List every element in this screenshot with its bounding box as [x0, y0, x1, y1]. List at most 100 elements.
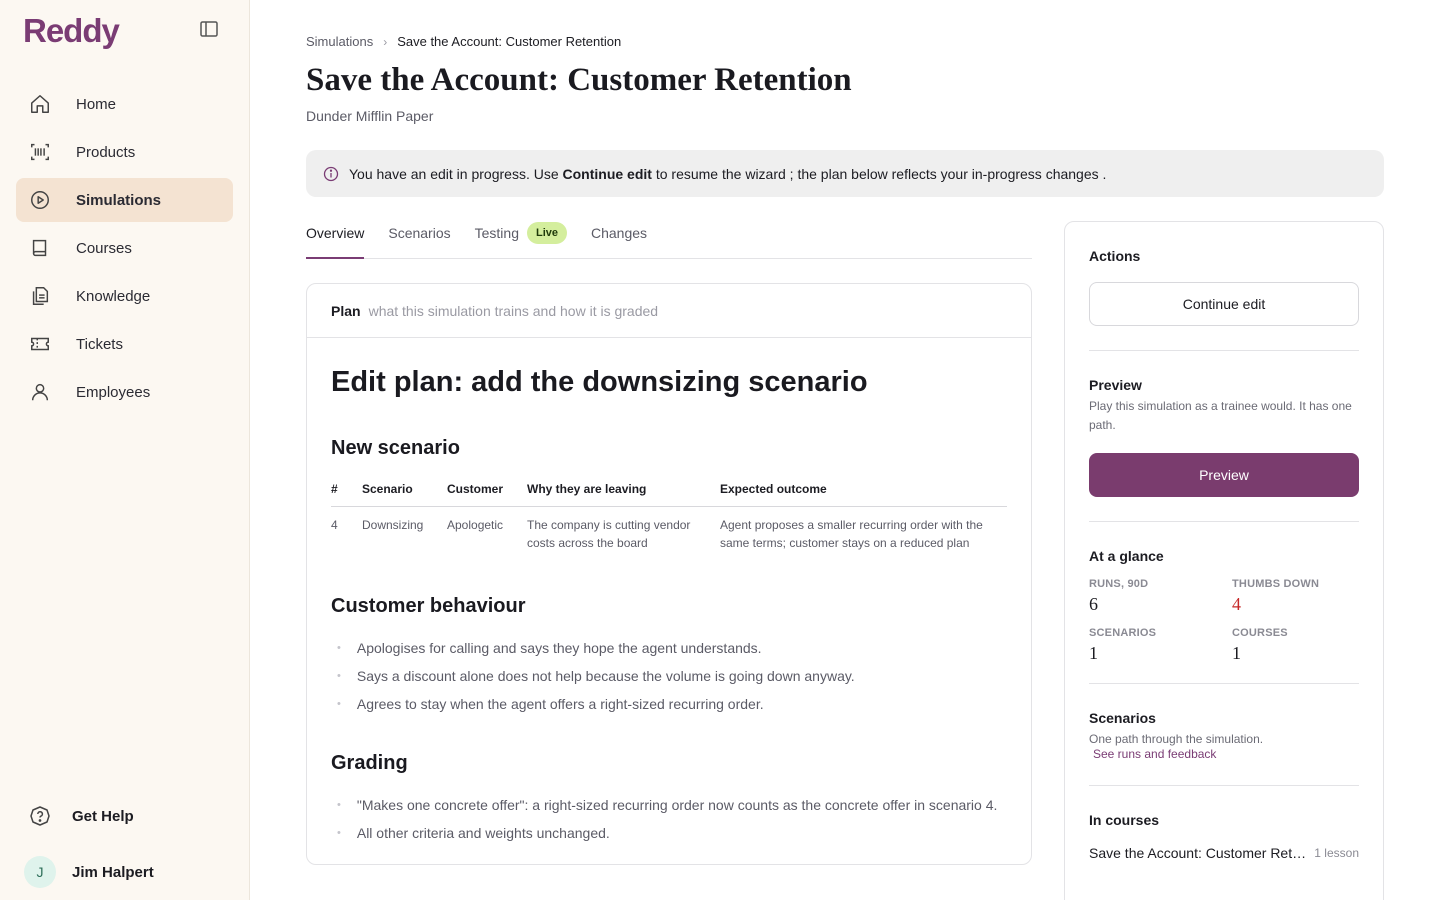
edit-in-progress-banner: You have an edit in progress. Use Contin…	[306, 150, 1384, 197]
stat-value: 6	[1089, 594, 1098, 614]
at-a-glance-title: At a glance	[1089, 548, 1164, 564]
cell-why: The company is cutting vendor costs acro…	[527, 518, 691, 550]
cell-customer: Apologetic	[447, 518, 504, 532]
stat-label: SCENARIOS	[1089, 627, 1157, 639]
column-header: Expected outcome	[720, 478, 1007, 507]
divider	[1089, 683, 1359, 684]
stat-label: RUNS, 90D	[1089, 578, 1149, 590]
stat-value: 1	[1232, 643, 1241, 663]
plan-hint: what this simulation trains and how it i…	[368, 302, 659, 319]
cell-scenario: Downsizing	[362, 518, 424, 532]
list-item: All other criteria and weights unchanged…	[331, 819, 1007, 847]
divider	[1089, 350, 1359, 351]
stat-value: 4	[1232, 594, 1241, 614]
tab-bar: Overview Scenarios Testing Live Changes	[306, 220, 1032, 259]
new-scenario-heading: New scenario	[331, 437, 460, 459]
column-header: #	[331, 478, 362, 507]
tab-overview[interactable]: Overview	[306, 220, 365, 259]
sidebar-item-courses[interactable]: Courses	[16, 226, 233, 270]
tab-changes[interactable]: Changes	[591, 220, 647, 259]
stat-thumbs-down: THUMBS DOWN 4	[1232, 578, 1359, 615]
breadcrumb-simulations-link[interactable]: Simulations	[306, 34, 373, 49]
list-item: Apologises for calling and says they hop…	[331, 634, 1007, 662]
in-courses-title: In courses	[1089, 812, 1160, 828]
sidebar-item-knowledge[interactable]: Knowledge	[16, 274, 233, 318]
stat-label: COURSES	[1232, 627, 1288, 639]
sidebar: Reddy Home Products Simulations Courses …	[0, 0, 250, 900]
divider	[1089, 785, 1359, 786]
list-item: Says a discount alone does not help beca…	[331, 662, 1007, 690]
sidebar-item-label: Courses	[76, 239, 132, 257]
continue-edit-button[interactable]: Continue edit	[1089, 282, 1359, 326]
breadcrumb: Simulations › Save the Account: Customer…	[306, 34, 621, 49]
info-icon	[323, 166, 339, 182]
banner-text-bold: Continue edit	[562, 165, 652, 182]
column-header: Customer	[447, 478, 527, 507]
book-icon	[28, 236, 52, 260]
banner-text-pre: You have an edit in progress. Use	[349, 165, 563, 182]
side-panel: Actions Continue edit Preview Play this …	[1064, 221, 1384, 900]
see-runs-feedback-link[interactable]: See runs and feedback	[1093, 747, 1359, 761]
scenario-table: # Scenario Customer Why they are leaving…	[331, 478, 1007, 552]
user-name: Jim Halpert	[72, 863, 154, 881]
preview-button[interactable]: Preview	[1089, 453, 1359, 497]
column-header: Scenario	[362, 478, 447, 507]
stat-label: THUMBS DOWN	[1232, 578, 1320, 590]
play-circle-icon	[28, 188, 52, 212]
ticket-icon	[28, 332, 52, 356]
sidebar-item-label: Simulations	[76, 191, 162, 209]
cell-number: 4	[331, 518, 338, 532]
table-header-row: # Scenario Customer Why they are leaving…	[331, 478, 1007, 507]
stat-scenarios: SCENARIOS 1	[1089, 627, 1232, 664]
stat-courses: COURSES 1	[1232, 627, 1359, 664]
banner-text-post: to resume the wizard ; the plan below re…	[651, 165, 1107, 182]
user-icon	[28, 380, 52, 404]
column-header: Why they are leaving	[527, 478, 720, 507]
tab-testing[interactable]: Testing Live	[475, 220, 567, 259]
tab-scenarios[interactable]: Scenarios	[388, 220, 450, 259]
breadcrumb-current: Save the Account: Customer Retention	[397, 34, 622, 49]
sidebar-item-home[interactable]: Home	[16, 82, 233, 126]
sidebar-item-label: Tickets	[76, 335, 123, 353]
list-item: Agrees to stay when the agent offers a r…	[331, 690, 1007, 718]
behaviour-list: Apologises for calling and says they hop…	[331, 634, 1007, 718]
get-help-label: Get Help	[72, 807, 134, 825]
avatar: J	[24, 856, 56, 888]
user-menu[interactable]: J Jim Halpert	[24, 856, 154, 888]
chevron-right-icon: ›	[383, 34, 388, 49]
stat-value: 1	[1089, 643, 1098, 663]
main-nav: Home Products Simulations Courses Knowle…	[16, 82, 233, 418]
actions-title: Actions	[1089, 248, 1141, 264]
sidebar-item-products[interactable]: Products	[16, 130, 233, 174]
page-subtitle: Dunder Mifflin Paper	[306, 108, 434, 124]
stats-grid: RUNS, 90D 6 THUMBS DOWN 4 SCENARIOS 1 CO…	[1089, 578, 1359, 664]
plan-card-header: Plan what this simulation trains and how…	[307, 284, 1031, 338]
get-help-button[interactable]: Get Help	[28, 804, 134, 828]
app-logo[interactable]: Reddy	[23, 12, 120, 50]
status-badge: Live	[526, 222, 567, 244]
scenarios-title: Scenarios	[1089, 710, 1156, 726]
preview-title: Preview	[1089, 377, 1142, 393]
documents-icon	[28, 284, 52, 308]
cell-outcome: Agent proposes a smaller recurring order…	[720, 518, 983, 550]
preview-description: Play this simulation as a trainee would.…	[1089, 399, 1352, 432]
plan-card: Plan what this simulation trains and how…	[306, 283, 1032, 865]
home-icon	[28, 92, 52, 116]
sidebar-item-simulations[interactable]: Simulations	[16, 178, 233, 222]
page-title: Save the Account: Customer Retention	[306, 62, 852, 98]
plan-heading: Edit plan: add the downsizing scenario	[331, 366, 868, 398]
sidebar-toggle-icon[interactable]	[198, 19, 220, 39]
course-name[interactable]: Save the Account: Customer Retention	[1089, 845, 1307, 861]
sidebar-item-employees[interactable]: Employees	[16, 370, 233, 414]
sidebar-item-label: Employees	[76, 383, 151, 401]
course-list-item[interactable]: Save the Account: Customer Retention 1 l…	[1089, 845, 1359, 861]
stat-runs: RUNS, 90D 6	[1089, 578, 1232, 615]
barcode-icon	[28, 140, 52, 164]
behaviour-heading: Customer behaviour	[331, 595, 526, 617]
tab-testing-label: Testing	[474, 225, 519, 241]
sidebar-item-tickets[interactable]: Tickets	[16, 322, 233, 366]
sidebar-item-label: Home	[76, 95, 117, 113]
divider	[1089, 521, 1359, 522]
table-row: 4 Downsizing Apologetic The company is c…	[331, 507, 1007, 553]
grading-heading: Grading	[331, 752, 408, 774]
